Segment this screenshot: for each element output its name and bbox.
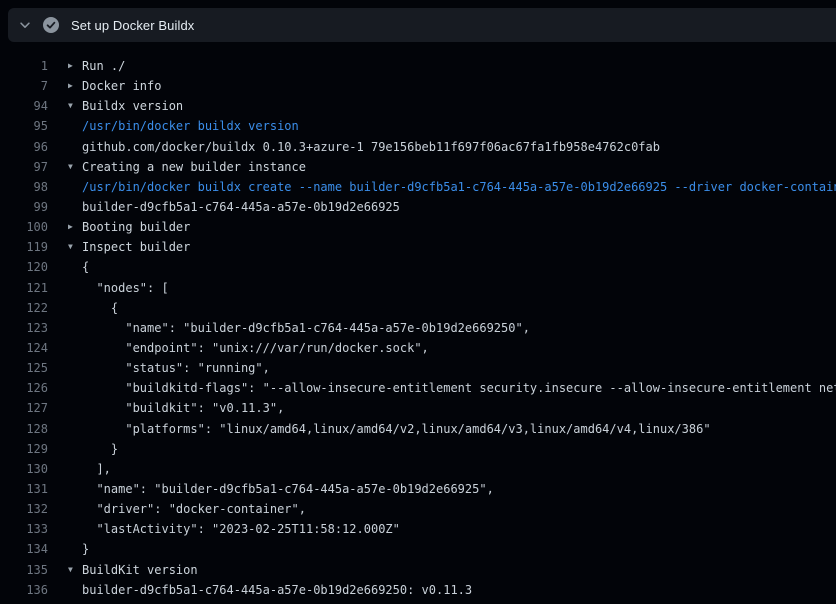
log-line: 127 "buildkit": "v0.11.3", bbox=[0, 398, 836, 418]
output-text: "buildkit": "v0.11.3", bbox=[82, 401, 284, 415]
log-line: 133 "lastActivity": "2023-02-25T11:58:12… bbox=[0, 519, 836, 539]
output-text: { bbox=[82, 301, 118, 315]
log-line: 124 "endpoint": "unix:///var/run/docker.… bbox=[0, 338, 836, 358]
line-number[interactable]: 123 bbox=[0, 321, 48, 335]
line-number[interactable]: 125 bbox=[0, 361, 48, 375]
collapse-arrow-icon[interactable]: ▼ bbox=[68, 157, 82, 177]
log-line: 131 "name": "builder-d9cfb5a1-c764-445a-… bbox=[0, 479, 836, 499]
log-line: 130 ], bbox=[0, 459, 836, 479]
chevron-down-icon[interactable] bbox=[18, 18, 32, 32]
log-line: 96 github.com/docker/buildx 0.10.3+azure-… bbox=[0, 137, 836, 157]
line-number[interactable]: 1 bbox=[0, 59, 48, 73]
log-line: 120 { bbox=[0, 257, 836, 277]
collapse-arrow-icon[interactable]: ▼ bbox=[68, 237, 82, 257]
group-label[interactable]: Run ./ bbox=[82, 59, 125, 73]
log-line: 132 "driver": "docker-container", bbox=[0, 499, 836, 519]
line-number[interactable]: 132 bbox=[0, 502, 48, 516]
log-line: 125 "status": "running", bbox=[0, 358, 836, 378]
output-text: "status": "running", bbox=[82, 361, 270, 375]
line-number[interactable]: 124 bbox=[0, 341, 48, 355]
line-number[interactable]: 131 bbox=[0, 482, 48, 496]
step-header[interactable]: Set up Docker Buildx bbox=[8, 8, 836, 42]
step-title: Set up Docker Buildx bbox=[71, 18, 194, 33]
line-number[interactable]: 98 bbox=[0, 180, 48, 194]
line-number[interactable]: 122 bbox=[0, 301, 48, 315]
line-number[interactable]: 129 bbox=[0, 442, 48, 456]
collapse-arrow-icon[interactable]: ▼ bbox=[68, 96, 82, 116]
group-label[interactable]: Inspect builder bbox=[82, 240, 190, 254]
output-text: "name": "builder-d9cfb5a1-c764-445a-a57e… bbox=[82, 482, 494, 496]
log-line: 128 "platforms": "linux/amd64,linux/amd6… bbox=[0, 419, 836, 439]
group-label[interactable]: Creating a new builder instance bbox=[82, 160, 306, 174]
output-text: "driver": "docker-container", bbox=[82, 502, 306, 516]
group-label[interactable]: BuildKit version bbox=[82, 563, 198, 577]
expand-arrow-icon[interactable]: ▶ bbox=[68, 76, 82, 96]
output-text: } bbox=[82, 542, 89, 556]
line-number[interactable]: 119 bbox=[0, 240, 48, 254]
line-number[interactable]: 128 bbox=[0, 422, 48, 436]
collapse-arrow-icon[interactable]: ▼ bbox=[68, 560, 82, 580]
log-line: 99 builder-d9cfb5a1-c764-445a-a57e-0b19d2… bbox=[0, 197, 836, 217]
line-number[interactable]: 121 bbox=[0, 281, 48, 295]
log-group-line[interactable]: 94 ▼Buildx version bbox=[0, 96, 836, 116]
line-number[interactable]: 135 bbox=[0, 563, 48, 577]
log-group-line[interactable]: 100 ▶Booting builder bbox=[0, 217, 836, 237]
log-line: 123 "name": "builder-d9cfb5a1-c764-445a-… bbox=[0, 318, 836, 338]
line-number[interactable]: 120 bbox=[0, 260, 48, 274]
log-line: 121 "nodes": [ bbox=[0, 278, 836, 298]
output-text: "lastActivity": "2023-02-25T11:58:12.000… bbox=[82, 522, 400, 536]
log-line: 134} bbox=[0, 539, 836, 559]
output-text: ], bbox=[82, 462, 111, 476]
log-line: 126 "buildkitd-flags": "--allow-insecure… bbox=[0, 378, 836, 398]
log-group-line[interactable]: 119 ▼Inspect builder bbox=[0, 237, 836, 257]
check-circle-icon bbox=[43, 17, 59, 33]
output-text: { bbox=[82, 260, 89, 274]
line-number[interactable]: 94 bbox=[0, 99, 48, 113]
log-group-line[interactable]: 97 ▼Creating a new builder instance bbox=[0, 157, 836, 177]
line-number[interactable]: 7 bbox=[0, 79, 48, 93]
expand-arrow-icon[interactable]: ▶ bbox=[68, 217, 82, 237]
log-line: 95/usr/bin/docker buildx version bbox=[0, 116, 836, 136]
output-text: "endpoint": "unix:///var/run/docker.sock… bbox=[82, 341, 429, 355]
output-text: "nodes": [ bbox=[82, 281, 169, 295]
output-text: builder-d9cfb5a1-c764-445a-a57e-0b19d2e6… bbox=[82, 583, 472, 597]
log-line: 129 } bbox=[0, 439, 836, 459]
output-text: "buildkitd-flags": "--allow-insecure-ent… bbox=[82, 381, 836, 395]
group-label[interactable]: Buildx version bbox=[82, 99, 183, 113]
line-number[interactable]: 95 bbox=[0, 119, 48, 133]
output-text: builder-d9cfb5a1-c764-445a-a57e-0b19d2e6… bbox=[82, 200, 400, 214]
log-viewer: 1▶Run ./7▶Docker info94▼Buildx version95… bbox=[0, 42, 836, 604]
output-text: github.com/docker/buildx 0.10.3+azure-1 … bbox=[82, 140, 660, 154]
log-group-line[interactable]: 135 ▼BuildKit version bbox=[0, 560, 836, 580]
line-number[interactable]: 130 bbox=[0, 462, 48, 476]
line-number[interactable]: 126 bbox=[0, 381, 48, 395]
command-text: /usr/bin/docker buildx create --name bui… bbox=[82, 180, 836, 194]
line-number[interactable]: 127 bbox=[0, 401, 48, 415]
log-line: 98/usr/bin/docker buildx create --name b… bbox=[0, 177, 836, 197]
log-line: 122 { bbox=[0, 298, 836, 318]
output-text: "platforms": "linux/amd64,linux/amd64/v2… bbox=[82, 422, 711, 436]
group-label[interactable]: Docker info bbox=[82, 79, 161, 93]
output-text: "name": "builder-d9cfb5a1-c764-445a-a57e… bbox=[82, 321, 530, 335]
log-group-line[interactable]: 1 ▶Run ./ bbox=[0, 56, 836, 76]
line-number[interactable]: 100 bbox=[0, 220, 48, 234]
line-number[interactable]: 99 bbox=[0, 200, 48, 214]
line-number[interactable]: 134 bbox=[0, 542, 48, 556]
line-number[interactable]: 133 bbox=[0, 522, 48, 536]
group-label[interactable]: Booting builder bbox=[82, 220, 190, 234]
log-group-line[interactable]: 7 ▶Docker info bbox=[0, 76, 836, 96]
output-text: } bbox=[82, 442, 118, 456]
line-number[interactable]: 136 bbox=[0, 583, 48, 597]
line-number[interactable]: 96 bbox=[0, 140, 48, 154]
expand-arrow-icon[interactable]: ▶ bbox=[68, 56, 82, 76]
command-text: /usr/bin/docker buildx version bbox=[82, 119, 299, 133]
log-line: 136 builder-d9cfb5a1-c764-445a-a57e-0b19d… bbox=[0, 580, 836, 600]
line-number[interactable]: 97 bbox=[0, 160, 48, 174]
